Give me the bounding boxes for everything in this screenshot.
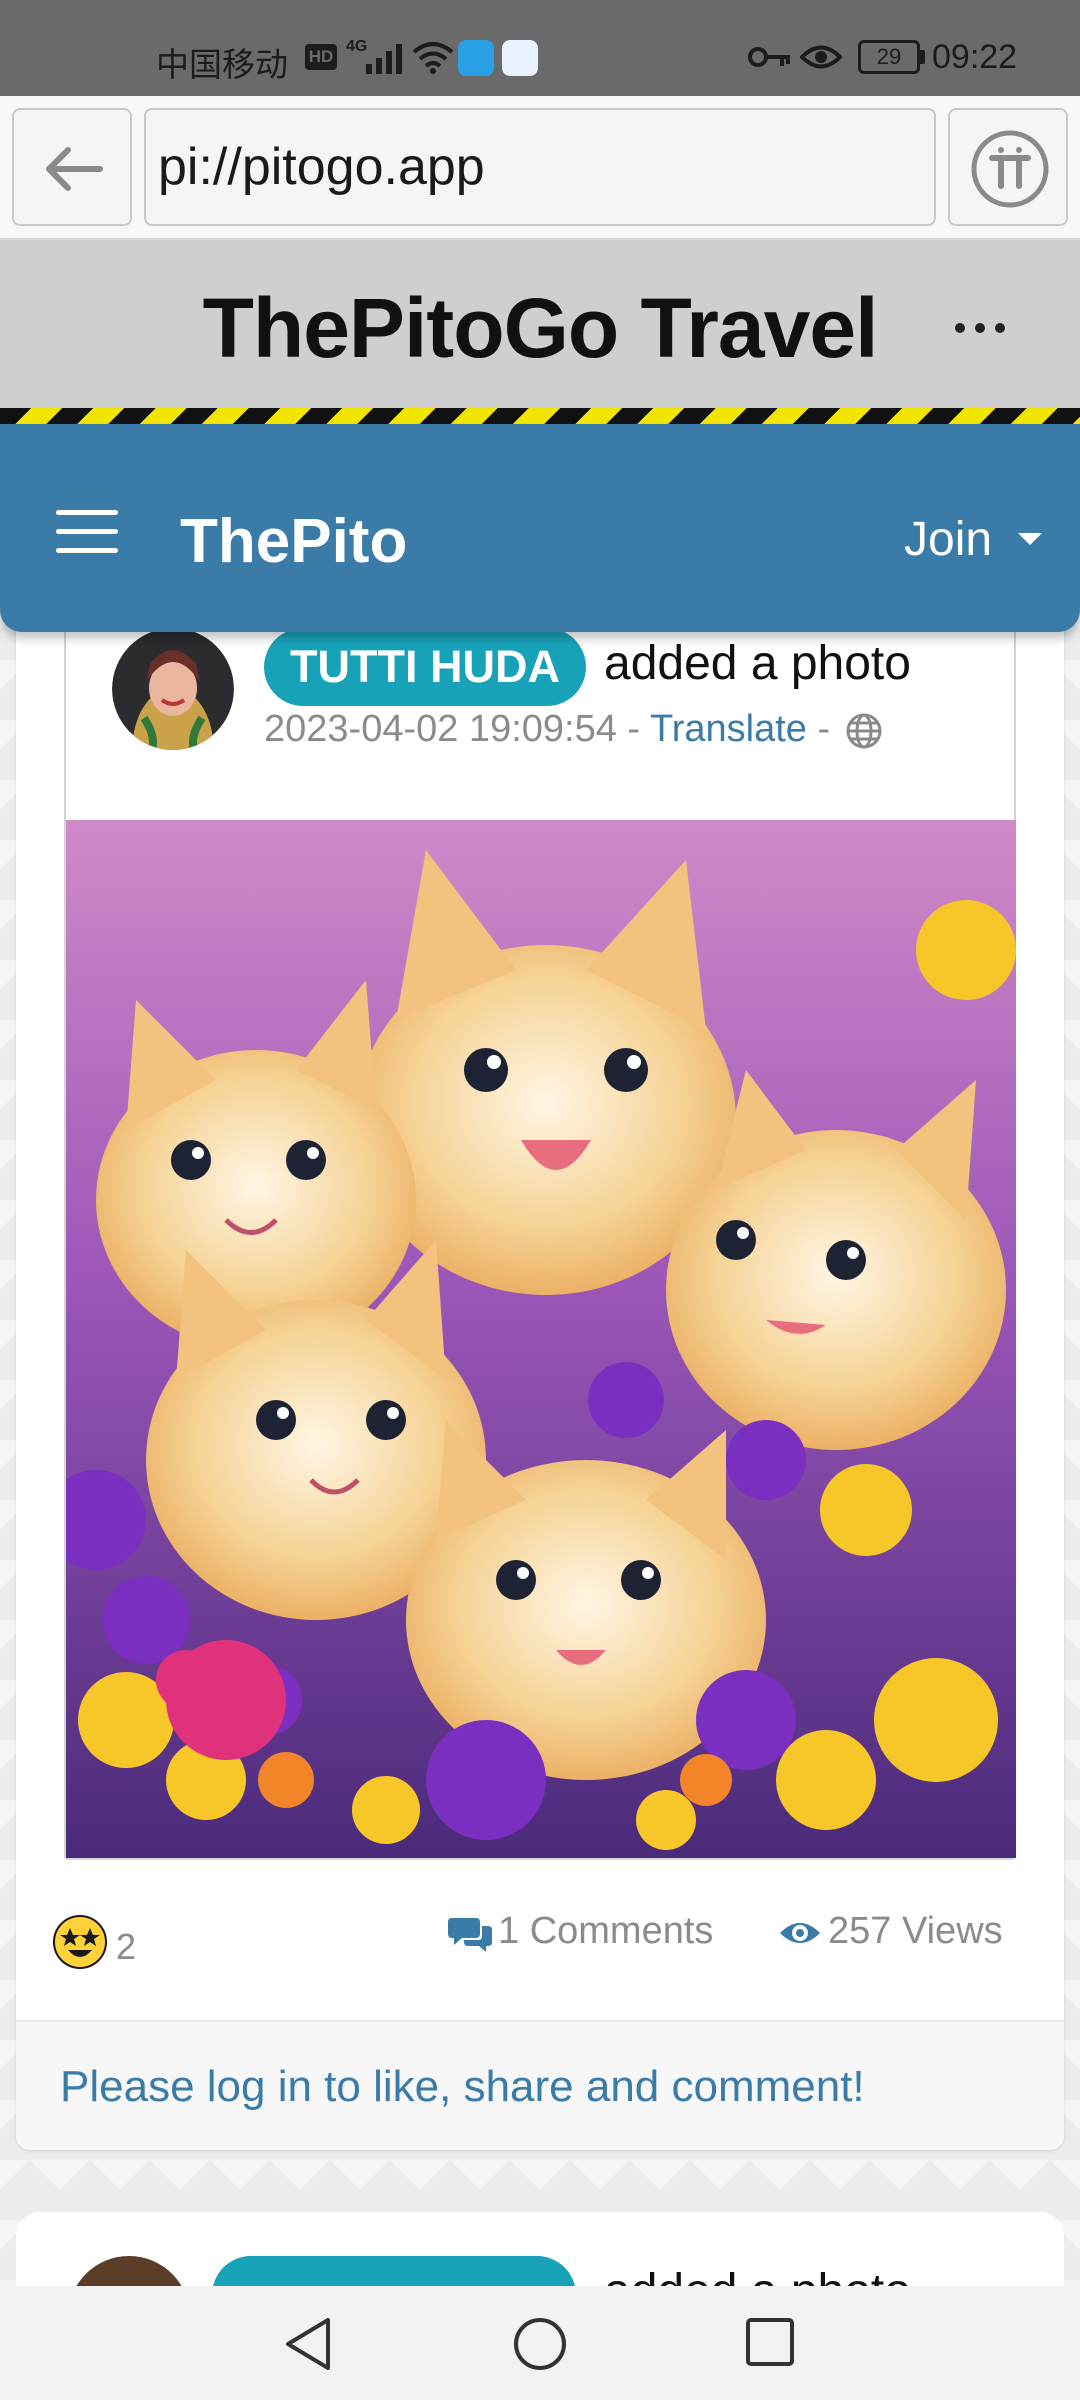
post-photo[interactable] bbox=[66, 820, 1016, 1858]
hd-badge: HD bbox=[305, 44, 337, 70]
globe-icon bbox=[846, 713, 882, 749]
clock: 09:22 bbox=[932, 38, 1018, 76]
site-navbar: ThePito Join bbox=[0, 424, 1080, 632]
battery-tip bbox=[920, 50, 925, 64]
site-title: ThePitoGo Travel bbox=[202, 281, 879, 375]
more-horizontal-icon[interactable] bbox=[952, 316, 1008, 340]
carrier-label: 中国移动 bbox=[156, 46, 288, 83]
login-prompt-text[interactable]: Please log in to like, share and comment… bbox=[60, 2062, 865, 2112]
signal-icon bbox=[366, 44, 402, 74]
author-avatar[interactable] bbox=[112, 628, 234, 750]
app-notification-icon bbox=[458, 40, 494, 76]
nav-back-icon[interactable] bbox=[282, 2316, 334, 2372]
comments-stat[interactable]: 1 Comments bbox=[448, 1910, 713, 1953]
views-label: 257 Views bbox=[828, 1910, 1003, 1952]
wifi-icon bbox=[412, 42, 454, 74]
post-timestamp: 2023-04-02 19:09:54 bbox=[264, 708, 617, 750]
reaction-count: 2 bbox=[116, 1926, 137, 1967]
site-title-bar: ThePitoGo Travel bbox=[0, 240, 1080, 410]
login-prompt-footer[interactable]: Please log in to like, share and comment… bbox=[16, 2022, 1064, 2150]
pi-browser-button[interactable] bbox=[948, 108, 1068, 226]
join-dropdown[interactable]: Join bbox=[904, 512, 992, 567]
browser-notification-icon bbox=[502, 40, 538, 76]
address-input[interactable]: pi://pitogo.app bbox=[144, 108, 936, 226]
system-navigation-bar bbox=[0, 2286, 1080, 2400]
brand-logo-text[interactable]: ThePito bbox=[180, 506, 407, 577]
back-button[interactable] bbox=[12, 108, 132, 226]
views-stat: 257 Views bbox=[778, 1910, 1003, 1953]
eye-icon bbox=[780, 1922, 820, 1943]
arrow-left-icon bbox=[46, 147, 103, 191]
battery-indicator: 29 bbox=[858, 40, 920, 74]
hamburger-menu-icon[interactable] bbox=[56, 510, 118, 558]
star-struck-emoji-icon[interactable] bbox=[52, 1914, 108, 1970]
comments-icon bbox=[448, 1917, 492, 1952]
nav-home-icon[interactable] bbox=[512, 2316, 568, 2372]
meta-separator: - bbox=[627, 708, 641, 750]
author-name-badge[interactable]: TUTTI HUDA bbox=[264, 628, 586, 706]
key-icon bbox=[748, 47, 790, 67]
network-type-label: 4G bbox=[346, 38, 368, 55]
post-card: TUTTI HUDA added a photo 2023-04-02 19:0… bbox=[16, 600, 1064, 2150]
translate-link[interactable]: Translate bbox=[650, 708, 807, 750]
post-meta: 2023-04-02 19:09:54 - Translate - bbox=[264, 708, 883, 751]
eye-icon bbox=[800, 45, 842, 69]
status-bar: 中国移动 HD 4G 29 09:22 bbox=[0, 0, 1080, 96]
caret-down-icon[interactable] bbox=[1018, 533, 1042, 545]
meta-separator: - bbox=[817, 708, 831, 750]
pi-logo-icon bbox=[971, 130, 1049, 208]
nav-recents-icon[interactable] bbox=[744, 2316, 796, 2368]
comments-label: 1 Comments bbox=[498, 1910, 714, 1952]
post-action-text: added a photo bbox=[604, 637, 911, 690]
browser-toolbar: pi://pitogo.app bbox=[0, 96, 1080, 240]
